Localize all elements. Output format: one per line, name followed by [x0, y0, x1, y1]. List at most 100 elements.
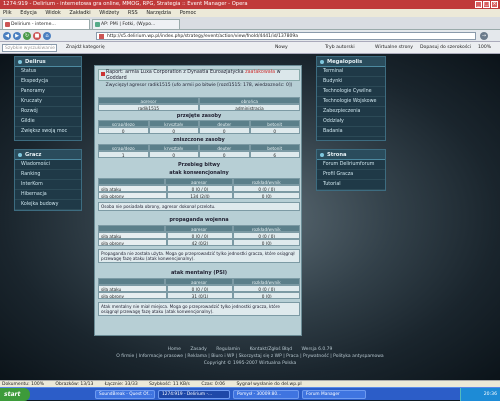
nav-player-profile[interactable]: Profil Gracza: [317, 170, 385, 180]
taskbar: start SoundBreak - Quest Of... 1274:919 …: [0, 387, 500, 401]
nav-crusades[interactable]: Kruczaty: [15, 97, 81, 107]
menu-edit[interactable]: Edycja: [20, 10, 37, 16]
row-label: siła obrony: [98, 239, 167, 246]
cell-value: 6: [249, 151, 300, 158]
panel-megalopolis-title: Megalopolis: [317, 57, 385, 67]
fit-width-button[interactable]: Dopasuj do szerokości: [420, 44, 471, 52]
nav-status[interactable]: Status: [15, 67, 81, 77]
col-scrap: scrap/dezo: [98, 120, 149, 127]
task-delirium[interactable]: 1274:919 - Delirium -...: [158, 390, 230, 399]
participants-table: agresor obrońca radik1515 administracja: [98, 97, 300, 111]
task-pomysl[interactable]: Pomysł - 30009:80...: [233, 390, 299, 399]
nav-intercom[interactable]: InterKom: [15, 180, 81, 190]
panel-player-title: Gracz: [15, 150, 81, 160]
nav-research[interactable]: Badania: [317, 127, 385, 137]
menu-bookmarks[interactable]: Zakładki: [69, 10, 90, 16]
battle-title: Przebieg bitwy: [178, 162, 220, 168]
menu-file[interactable]: Plik: [3, 10, 12, 16]
menu-tools[interactable]: Narzędzia: [146, 10, 171, 16]
zoom-level[interactable]: 100%: [478, 44, 491, 52]
nav-increase-power[interactable]: Zwiększ swoją moc: [15, 127, 81, 137]
go-icon[interactable]: →: [480, 32, 488, 40]
col-blank: [98, 278, 166, 285]
bullet-icon: [18, 60, 22, 64]
tab-fotki[interactable]: AP: PMi | Fotki, (Wypo...: [92, 19, 180, 29]
col-crystals: kryształy: [148, 144, 199, 151]
nav-tutorial[interactable]: Tutorial: [317, 180, 385, 190]
col-aggressor: agresor: [165, 225, 233, 232]
conventional-note: Osoba nie posiadała obrony, agresor doko…: [98, 202, 300, 211]
virtual-pages-button[interactable]: Wirtualne strony: [375, 44, 413, 52]
col-aggressor: agresor: [165, 278, 233, 285]
panel-megalopolis: Megalopolis Terminal Budynki Technologie…: [316, 56, 386, 141]
cell-value: 0: [148, 127, 199, 134]
propaganda-title: propaganda wojenna: [169, 217, 229, 223]
quick-search-input[interactable]: Szybkie wyszukiwanie: [2, 44, 57, 52]
nav-civil-tech[interactable]: Technologie Cywilne: [317, 87, 385, 97]
page-footer: Home Zasady Regulamin Kontakt/Zgłoś Błąd…: [0, 346, 500, 367]
nav-messages[interactable]: Wiadomości: [15, 160, 81, 170]
tab-delirium[interactable]: Delirium - interne...: [2, 19, 90, 29]
footer-contact-link[interactable]: Kontakt/Zgłoś Błąd: [250, 347, 292, 352]
new-button[interactable]: Nowy: [275, 44, 288, 52]
col-betonit: betonit: [249, 120, 300, 127]
menu-rss[interactable]: RSS: [128, 10, 138, 16]
defender-name[interactable]: administracja: [199, 104, 300, 111]
footer-terms-link[interactable]: Regulamin: [216, 347, 240, 352]
footer-rules-link[interactable]: Zasady: [190, 347, 206, 352]
task-soundbreak[interactable]: SoundBreak - Quest Of...: [95, 390, 155, 399]
footer-home-link[interactable]: Home: [168, 347, 181, 352]
find-category-button[interactable]: Znajdź kategorię: [66, 44, 105, 52]
menu-widgets[interactable]: Widżety: [99, 10, 119, 16]
panel-player: Gracz Wiadomości Ranking InterKom Hibern…: [14, 149, 82, 211]
bullet-icon: [320, 153, 324, 157]
home-icon[interactable]: ⌂: [43, 32, 51, 40]
menu-bar: Plik Edycja Widok Zakładki Widżety RSS N…: [0, 9, 500, 17]
close-icon[interactable]: ×: [491, 1, 498, 8]
col-deuter: deuter: [199, 120, 250, 127]
nav-units[interactable]: Oddziały: [317, 117, 385, 127]
footer-links-secondary[interactable]: O firmie | Informacje prasowe | Reklama …: [0, 353, 500, 360]
nav-buildings[interactable]: Budynki: [317, 77, 385, 87]
nav-terminal[interactable]: Terminal: [317, 67, 385, 77]
reload-icon[interactable]: ↻: [23, 32, 31, 40]
status-bar: Dokumentu: 100% Obrazków: 13/13 Łącznie:…: [0, 380, 500, 387]
row-label: siła ataku: [98, 285, 167, 292]
nav-ranking[interactable]: Ranking: [15, 170, 81, 180]
menu-view[interactable]: Widok: [45, 10, 60, 16]
menu-help[interactable]: Pomoc: [180, 10, 197, 16]
nav-panoramas[interactable]: Panoramy: [15, 87, 81, 97]
start-button[interactable]: start: [0, 388, 30, 401]
site-icon: [99, 34, 104, 39]
back-icon[interactable]: ◀: [3, 32, 11, 40]
cell-value: 0 (0 / 0): [166, 232, 234, 239]
minimize-icon[interactable]: _: [475, 1, 482, 8]
nav-forum[interactable]: Forum Deliriumforum: [317, 160, 385, 170]
col-aggressor: agresor: [165, 178, 233, 185]
tab-label: Delirium - interne...: [11, 22, 56, 27]
window-titlebar: 1274:919 - Delirium - internetowa gra on…: [0, 0, 500, 9]
nav-guilds[interactable]: Gildie: [15, 117, 81, 127]
cell-value: 0: [148, 151, 199, 158]
bullet-icon: [320, 60, 324, 64]
task-forum-manager[interactable]: Forum Manager: [302, 390, 366, 399]
propaganda-note: Propaganda nie została użyta. Moga go pr…: [98, 249, 300, 263]
nav-hibernation[interactable]: Hibernacja: [15, 190, 81, 200]
nav-expedition[interactable]: Ekspedycja: [15, 77, 81, 87]
address-field[interactable]: http://s5.delirium.wp.pl/index.php/strat…: [96, 32, 476, 40]
nav-security[interactable]: Zabezpieczenia: [317, 107, 385, 117]
author-mode-button[interactable]: Tryb autorski: [325, 44, 355, 52]
aggressor-name[interactable]: radik1515: [98, 104, 199, 111]
maximize-icon[interactable]: □: [483, 1, 490, 8]
nav-military-tech[interactable]: Technologie Wojskowe: [317, 97, 385, 107]
panel-delirus-title: Delirus: [15, 57, 81, 67]
window-title: 1274:919 - Delirium - internetowa gra on…: [3, 1, 248, 7]
propaganda-table: agresor rozkład/wynik siła ataku 0 (0 / 0)…: [98, 225, 301, 246]
col-result: rozkład/wynik: [232, 178, 300, 185]
nav-development[interactable]: Rozwój: [15, 107, 81, 117]
report-icon: [101, 72, 105, 76]
forward-icon[interactable]: ▶: [13, 32, 21, 40]
nav-build-queue[interactable]: Kolejka budowy: [15, 200, 81, 210]
stop-icon[interactable]: ■: [33, 32, 41, 40]
page-favicon-icon: [5, 22, 10, 27]
